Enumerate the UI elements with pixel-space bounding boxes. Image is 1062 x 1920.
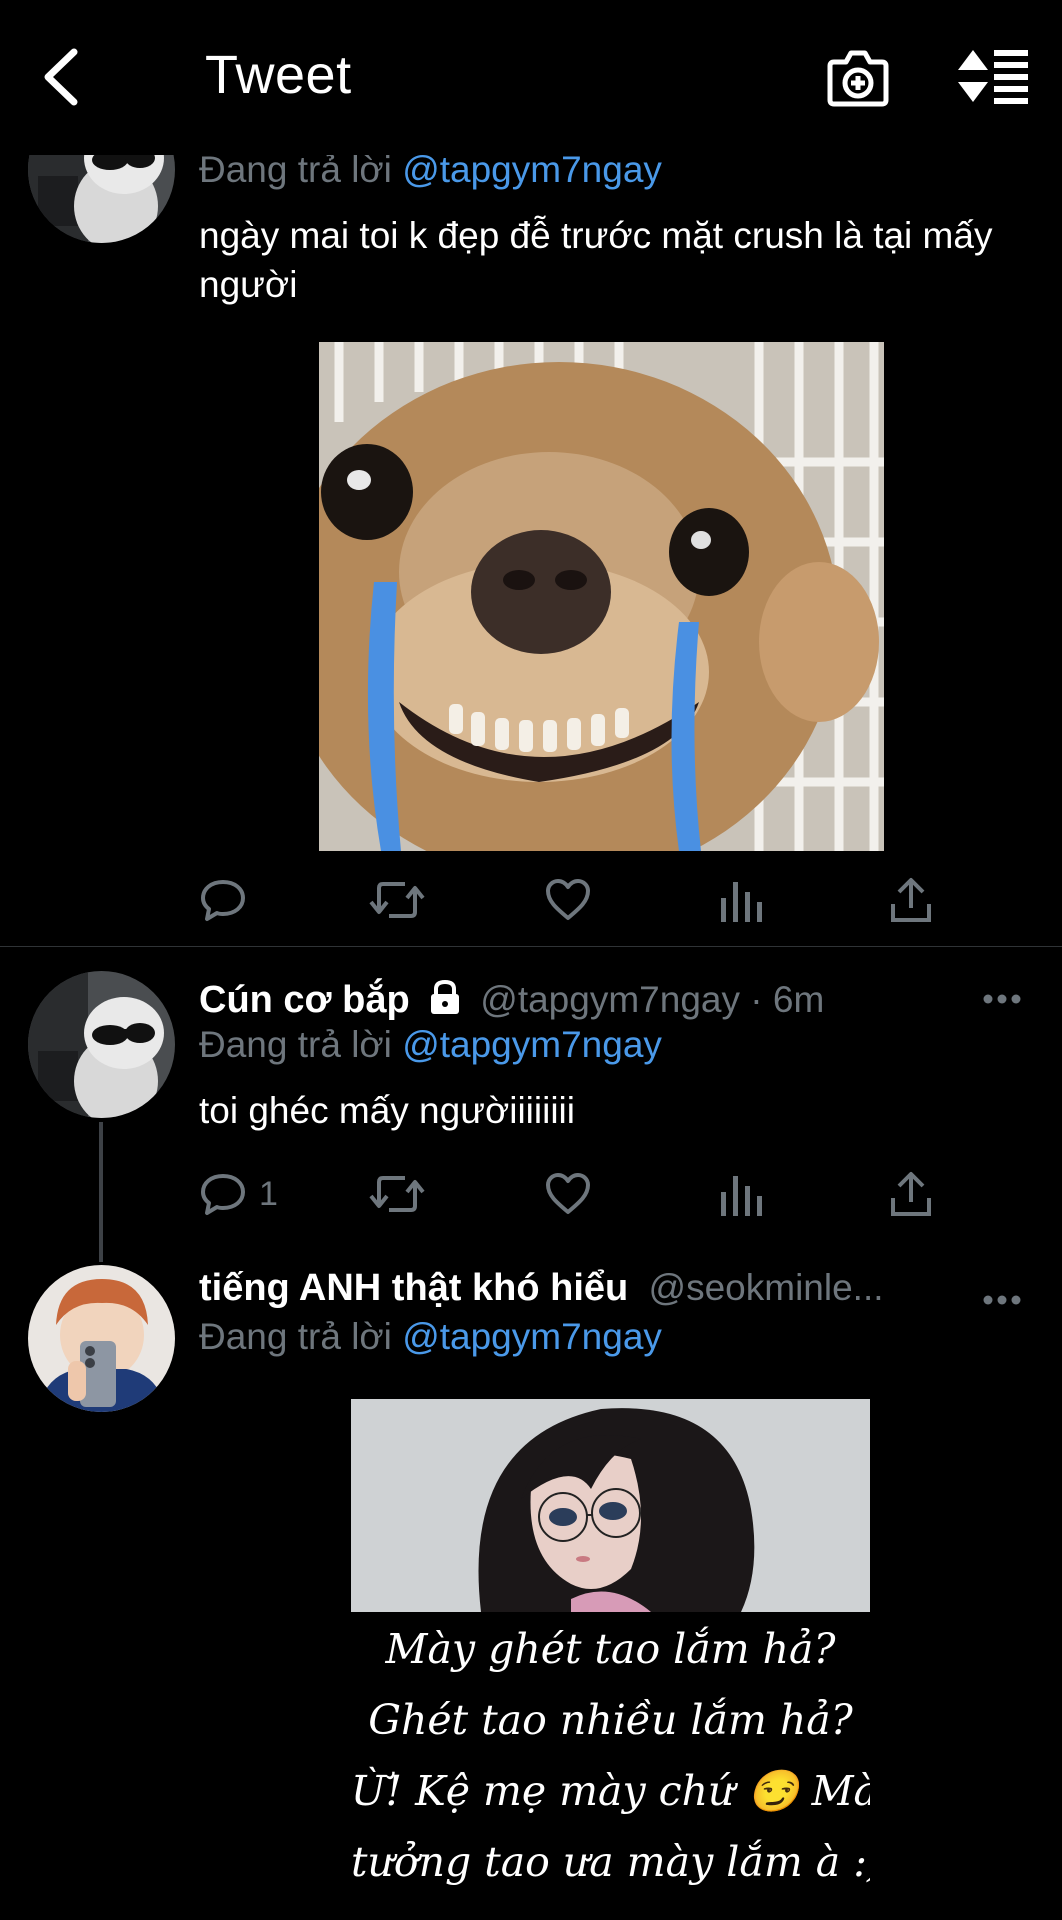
share-icon <box>891 1172 931 1216</box>
reply-button[interactable]: 1 <box>199 1164 278 1224</box>
reply-context: Đang trả lời @tapgym7ngay <box>199 1024 662 1066</box>
reply-count: 1 <box>259 1174 278 1213</box>
views-button[interactable] <box>719 870 763 930</box>
reply-context: Đang trả lời @tapgym7ngay <box>199 1316 662 1358</box>
user-handle[interactable]: @tapgym7ngay <box>480 979 740 1020</box>
reply-button[interactable] <box>199 870 259 930</box>
retweet-button[interactable] <box>369 1164 437 1224</box>
reply-context: Đang trả lời @tapgym7ngay <box>199 149 662 191</box>
mention-link[interactable]: @tapgym7ngay <box>402 149 662 190</box>
heart-icon <box>546 1173 590 1214</box>
tweet-text: toi ghéc mấy ngườiiiiiiii <box>199 1090 575 1131</box>
avatar[interactable] <box>28 971 175 1118</box>
more-icon <box>983 1295 1021 1305</box>
reply-icon <box>201 1174 245 1215</box>
user-handle[interactable]: @seokminle... <box>649 1267 884 1308</box>
retweet-button[interactable] <box>369 870 437 930</box>
tweet-reply-3[interactable]: tiếng ANH thật khó hiểu @seokminle... Đa… <box>0 1247 1062 1920</box>
share-button[interactable] <box>889 870 933 930</box>
more-options-button[interactable] <box>982 1290 1022 1310</box>
display-name[interactable]: Cún cơ bắp <box>199 979 410 1021</box>
camera-button[interactable] <box>826 46 890 108</box>
tweet-actions: 1 <box>199 1164 949 1224</box>
page-title: Tweet <box>205 45 352 105</box>
mention-link[interactable]: @tapgym7ngay <box>402 1316 662 1357</box>
thread-connector <box>99 1122 103 1262</box>
lock-icon <box>430 979 459 1014</box>
chevron-left-icon <box>44 48 78 106</box>
share-icon <box>891 878 931 922</box>
tweet-header: Cún cơ bắp @tapgym7ngay · 6m <box>199 978 824 1022</box>
sort-replies-button[interactable] <box>958 48 1030 104</box>
like-button[interactable] <box>544 870 604 930</box>
tweet-header: tiếng ANH thật khó hiểu @seokminle... <box>199 1267 884 1310</box>
meme-caption: Mày ghét tao lắm hả? Ghét tao nhiều lắm … <box>351 1614 870 1898</box>
reply-prefix: Đang trả lời <box>199 1316 392 1357</box>
views-button[interactable] <box>719 1164 763 1224</box>
share-button[interactable] <box>889 1164 933 1224</box>
reply-prefix: Đang trả lời <box>199 149 392 190</box>
sort-replies-icon <box>958 50 1028 104</box>
tweet-image[interactable] <box>319 342 884 851</box>
tweet-reply-2[interactable]: Cún cơ bắp @tapgym7ngay · 6m Đang trả lờ… <box>0 947 1062 1247</box>
display-name[interactable]: tiếng ANH thật khó hiểu <box>199 1267 628 1309</box>
mention-link[interactable]: @tapgym7ngay <box>402 1024 662 1065</box>
more-options-button[interactable] <box>982 989 1022 1009</box>
meme-line: Ừ! Kệ mẹ mày chứ 😏 Mày <box>351 1767 870 1815</box>
avatar[interactable] <box>28 1265 175 1412</box>
meme-line: Ghét tao nhiều lắm hả? <box>368 1696 853 1744</box>
more-icon <box>983 994 1021 1004</box>
views-chart-icon <box>721 1176 762 1216</box>
camera-plus-icon <box>827 50 889 107</box>
reply-prefix: Đang trả lời <box>199 1024 392 1065</box>
retweet-icon <box>369 882 425 918</box>
tweet-actions <box>199 870 949 930</box>
views-chart-icon <box>721 882 762 922</box>
back-button[interactable] <box>38 42 88 112</box>
retweet-icon <box>369 1176 425 1212</box>
tweet-image[interactable]: Mày ghét tao lắm hả? Ghét tao nhiều lắm … <box>351 1399 870 1920</box>
like-button[interactable] <box>544 1164 604 1224</box>
timestamp: · 6m <box>750 979 825 1020</box>
meme-line: Mày ghét tao lắm hả? <box>385 1625 836 1673</box>
reply-icon <box>201 880 245 921</box>
heart-icon <box>546 879 590 920</box>
top-bar: Tweet <box>0 0 1062 155</box>
tweet-text: ngày mai toi k đẹp đễ trước mặt crush là… <box>199 215 993 305</box>
meme-line: tưởng tao ưa mày lắm à :))) <box>351 1838 870 1886</box>
